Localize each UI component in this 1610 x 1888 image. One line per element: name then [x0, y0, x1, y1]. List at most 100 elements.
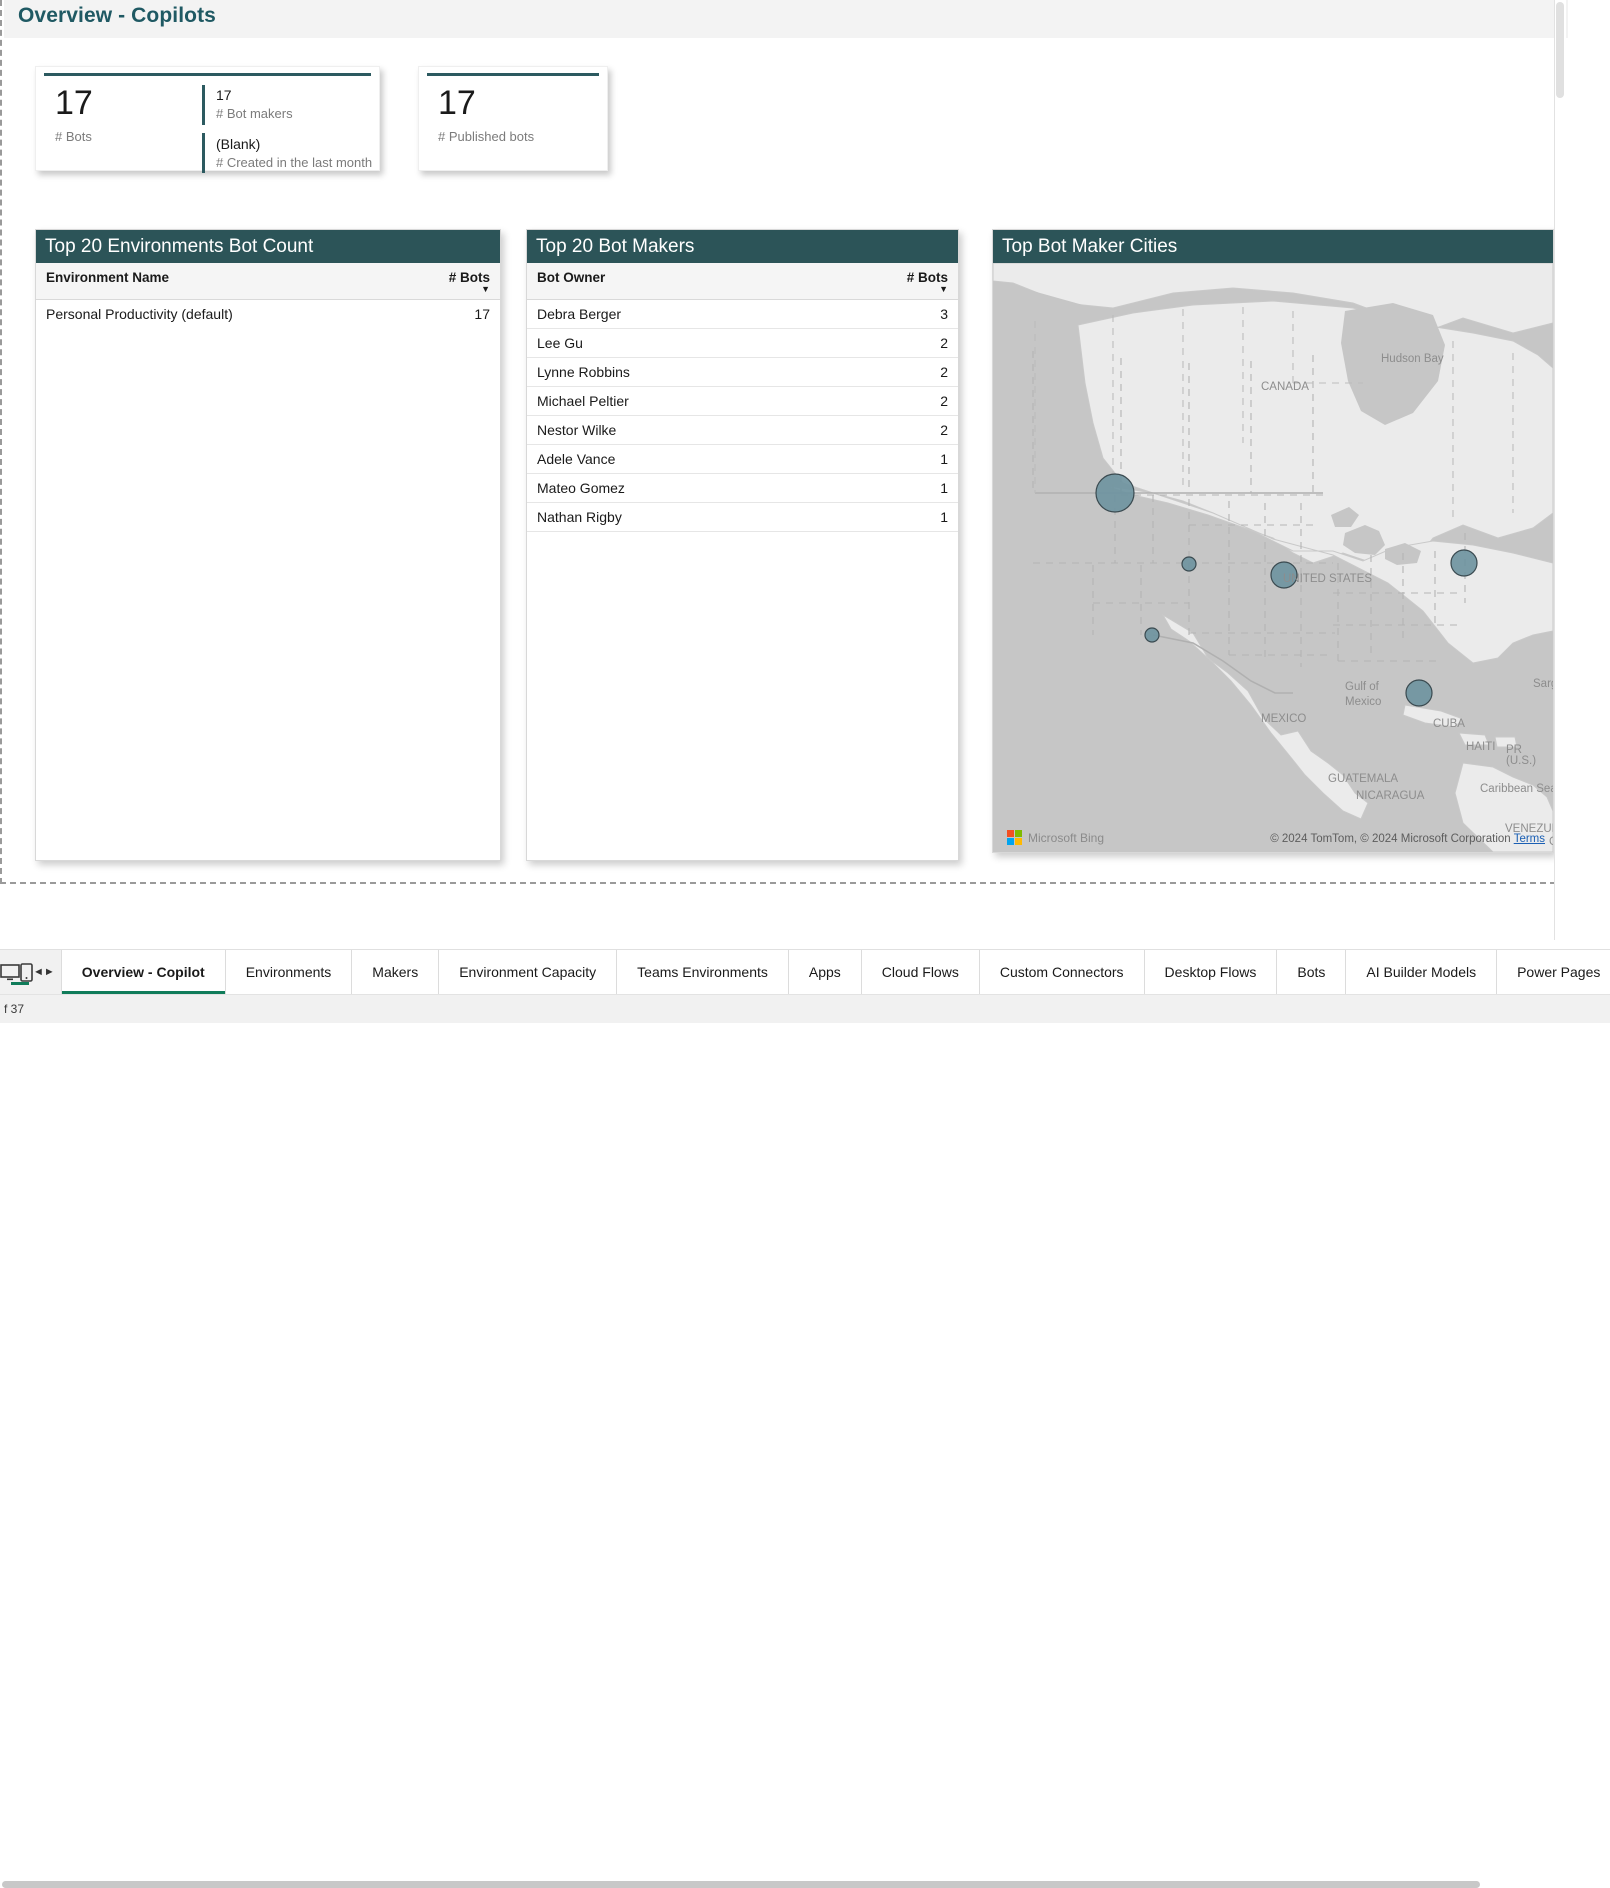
tab-cloud-flows[interactable]: Cloud Flows	[861, 950, 980, 994]
column-header-maker-bots[interactable]: # Bots ▼	[862, 263, 958, 300]
visual-title-map: Top Bot Maker Cities	[993, 230, 1553, 263]
kpi-bots: 17 # Bots	[55, 86, 93, 144]
map-bubble[interactable]	[1450, 549, 1478, 577]
report-vertical-scrollbar[interactable]	[1554, 0, 1566, 940]
map-terms-link[interactable]: Terms	[1514, 833, 1545, 845]
bot-makers-table[interactable]: Bot Owner # Bots ▼ Debra Berger 3 Lee Gu 2 L…	[527, 263, 958, 532]
tab-environment-capacity[interactable]: Environment Capacity	[439, 950, 618, 994]
map-label: (U.S.)	[1506, 755, 1537, 767]
map-attribution-text: © 2024 TomTom, © 2024 Microsoft Corporat…	[1270, 833, 1511, 845]
map-canvas[interactable]: Hudson Bay CANADA UNITED STATES Gulf of Mexi…	[993, 263, 1553, 852]
column-header-bot-owner[interactable]: Bot Owner	[527, 263, 862, 300]
microsoft-bing-logo: Microsoft Bing	[1001, 830, 1104, 845]
cell-bot-owner-bots: 2	[862, 328, 958, 358]
mobile-phone-glyph	[20, 962, 33, 982]
next-page-arrow[interactable]: ►	[44, 950, 55, 994]
table-row[interactable]: Mateo Gomez 1	[527, 473, 958, 503]
map-label: UNITED STATES	[1283, 573, 1373, 585]
table-row[interactable]: Debra Berger 3	[527, 299, 958, 329]
map-label: NICARAGUA	[1356, 790, 1425, 802]
kpi-created-last-month: (Blank) # Created in the last month	[216, 136, 372, 170]
table-row[interactable]: Adele Vance 1	[527, 444, 958, 474]
report-vertical-scrollbar-thumb[interactable]	[1556, 2, 1564, 98]
cell-bot-owner: Adele Vance	[527, 444, 862, 474]
table-row[interactable]: Lynne Robbins 2	[527, 357, 958, 387]
map-label: HAITI	[1466, 741, 1496, 753]
column-header-env-bots[interactable]: # Bots ▼	[404, 263, 500, 300]
cell-bot-owner: Lee Gu	[527, 328, 862, 358]
cell-bot-owner: Debra Berger	[527, 299, 862, 329]
tab-bots[interactable]: Bots	[1277, 950, 1347, 994]
sort-descending-icon: ▼	[939, 284, 948, 294]
kpi-published-bots-value: 17	[438, 84, 476, 122]
visual-title-bot-makers: Top 20 Bot Makers	[527, 230, 958, 263]
cell-bot-owner-bots: 3	[862, 299, 958, 329]
cell-bot-owner: Nathan Rigby	[527, 502, 862, 532]
kpi-created-last-month-value: (Blank)	[216, 136, 261, 152]
environments-table[interactable]: Environment Name # Bots ▼ Personal Produ…	[36, 263, 500, 328]
page-title: Overview - Copilots	[18, 4, 216, 27]
map-label: CANADA	[1261, 381, 1309, 393]
cell-bot-owner: Mateo Gomez	[527, 473, 862, 503]
desktop-monitor-glyph	[0, 963, 20, 980]
tab-power-pages[interactable]: Power Pages	[1497, 950, 1610, 994]
table-row[interactable]: Personal Productivity (default) 17	[36, 300, 500, 329]
table-row[interactable]: Nathan Rigby 1	[527, 502, 958, 532]
tab-apps[interactable]: Apps	[788, 950, 862, 994]
kpi-divider-2	[202, 133, 205, 173]
cell-bot-owner: Lynne Robbins	[527, 357, 862, 387]
card-accent-bar	[44, 73, 371, 76]
kpi-card-published-bots[interactable]: 17 # Published bots	[418, 66, 608, 171]
kpi-published-bots: 17 # Published bots	[438, 86, 534, 144]
tabbar-horizontal-scrollbar[interactable]	[0, 940, 1566, 1888]
visual-top-bot-maker-cities[interactable]: Top Bot Maker Cities Hudson Bay CANADA U…	[992, 229, 1554, 853]
column-header-environment-name[interactable]: Environment Name	[36, 263, 404, 300]
map-label: Sargass	[1533, 678, 1553, 690]
table-header-row: Environment Name # Bots ▼	[36, 263, 500, 300]
tab-teams-environments[interactable]: Teams Environments	[617, 950, 789, 994]
tabbar-horizontal-scrollbar-thumb[interactable]	[2, 1881, 1480, 1888]
tab-makers[interactable]: Makers	[352, 950, 440, 994]
visual-top-environments[interactable]: Top 20 Environments Bot Count Environmen…	[35, 229, 501, 861]
table-row[interactable]: Lee Gu 2	[527, 328, 958, 358]
map-bubble[interactable]	[1181, 556, 1197, 572]
map-label: Gulf of	[1345, 681, 1379, 693]
map-label: Caribbean Sea	[1480, 783, 1553, 795]
tab-overview-copilot[interactable]: Overview - Copilot	[60, 950, 226, 994]
report-canvas: Overview - Copilots 17 # Bots 17 # Bot m…	[0, 0, 1568, 940]
desktop-view-icon[interactable]	[0, 950, 29, 994]
map-label: Mexico	[1345, 696, 1382, 708]
table-row[interactable]: Nestor Wilke 2	[527, 415, 958, 445]
kpi-divider-1	[202, 85, 205, 125]
cell-bot-owner: Nestor Wilke	[527, 415, 862, 445]
mobile-view-icon[interactable]	[20, 950, 33, 994]
cell-bot-owner-bots: 1	[862, 444, 958, 474]
kpi-published-bots-label: # Published bots	[438, 129, 535, 144]
kpi-bots-value: 17	[55, 84, 93, 122]
tab-desktop-flows[interactable]: Desktop Flows	[1144, 950, 1278, 994]
tab-ai-builder-models[interactable]: AI Builder Models	[1346, 950, 1498, 994]
page-tab-bar[interactable]: ◄ ► Overview - Copilot Environments Makers…	[0, 949, 1610, 994]
map-bubble[interactable]	[1095, 473, 1135, 513]
table-row[interactable]: Michael Peltier 2	[527, 386, 958, 416]
cell-bot-owner: Michael Peltier	[527, 386, 862, 416]
bing-logo-squares	[1007, 830, 1022, 845]
visual-top-bot-makers[interactable]: Top 20 Bot Makers Bot Owner # Bots ▼ Deb…	[526, 229, 959, 861]
map-bubble[interactable]	[1144, 627, 1160, 643]
previous-page-arrow[interactable]: ◄	[33, 950, 44, 994]
status-text: f 37	[4, 1002, 25, 1016]
map-geography	[993, 263, 1553, 852]
kpi-card-multirow[interactable]: 17 # Bots 17 # Bot makers (Blank) # Crea…	[35, 66, 380, 173]
table-header-row: Bot Owner # Bots ▼	[527, 263, 958, 300]
map-bubble[interactable]	[1405, 679, 1433, 707]
sort-descending-icon: ▼	[481, 284, 490, 294]
map-label: GU	[1549, 836, 1553, 848]
card-accent-bar	[427, 73, 599, 76]
kpi-created-last-month-label: # Created in the last month	[216, 155, 373, 171]
cell-bot-owner-bots: 1	[862, 473, 958, 503]
tab-custom-connectors[interactable]: Custom Connectors	[979, 950, 1145, 994]
tab-environments[interactable]: Environments	[225, 950, 353, 994]
cell-environment-name: Personal Productivity (default)	[46, 306, 233, 322]
cell-bot-owner-bots: 2	[862, 386, 958, 416]
cell-environment-bots: 17	[474, 306, 490, 322]
